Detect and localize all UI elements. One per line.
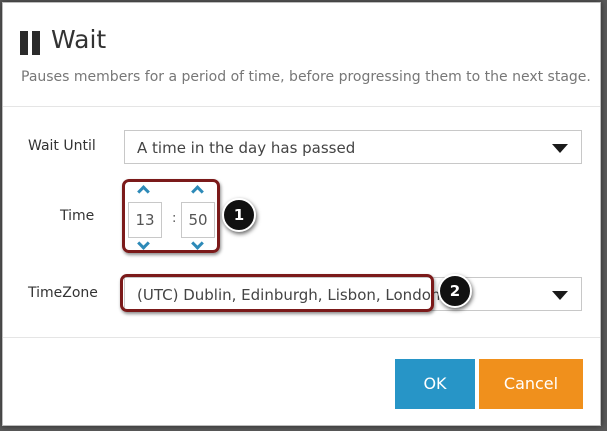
time-label: Time xyxy=(60,208,95,224)
wait-dialog: Wait Pauses members for a period of time… xyxy=(2,2,601,426)
dropdown-caret-icon xyxy=(552,144,568,153)
annotation-badge-2: 2 xyxy=(438,274,472,308)
dialog-subtitle: Pauses members for a period of time, bef… xyxy=(21,69,591,85)
annotation-box-time xyxy=(122,179,220,253)
dialog-header: Wait Pauses members for a period of time… xyxy=(3,3,600,107)
ok-button[interactable]: OK xyxy=(395,359,475,409)
annotation-box-timezone xyxy=(120,274,434,312)
annotation-badge-1: 1 xyxy=(222,198,256,232)
cancel-button[interactable]: Cancel xyxy=(479,359,583,409)
footer-divider xyxy=(3,337,600,338)
pause-icon xyxy=(20,31,42,55)
timezone-label: TimeZone xyxy=(28,285,98,301)
dropdown-caret-icon xyxy=(552,291,568,300)
wait-until-value: A time in the day has passed xyxy=(137,139,356,157)
wait-until-label: Wait Until xyxy=(28,138,96,154)
wait-until-select[interactable]: A time in the day has passed xyxy=(124,130,582,164)
dialog-title: Wait xyxy=(51,25,107,54)
